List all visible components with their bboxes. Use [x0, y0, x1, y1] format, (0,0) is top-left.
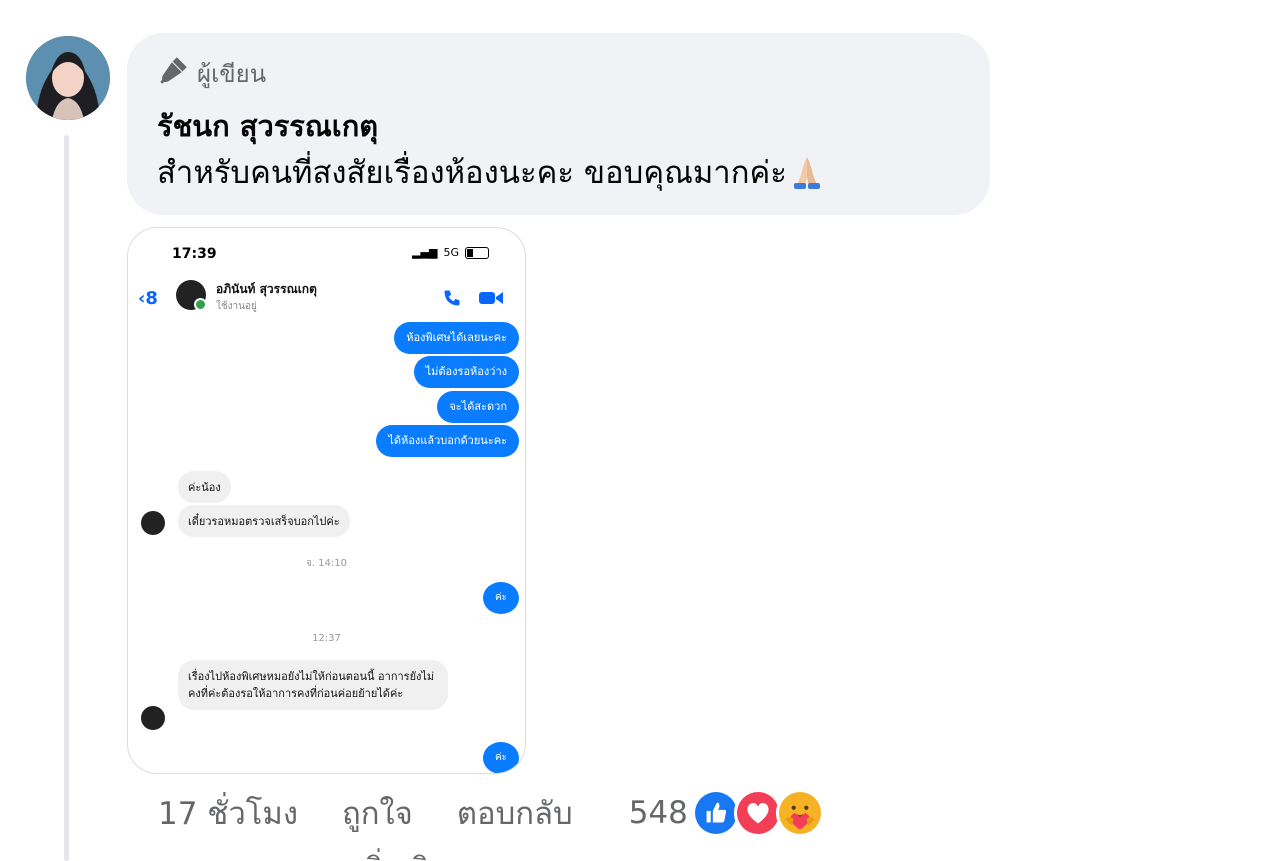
like-reaction-icon[interactable] [691, 789, 740, 837]
thread-line [64, 135, 69, 861]
time-divider: 12:37 [312, 633, 341, 644]
chat-avatar [176, 280, 207, 311]
author-badge: ผู้เขียน [157, 53, 266, 93]
comment-timestamp[interactable]: 17 ชั่วโมง [158, 788, 298, 838]
sender-avatar [141, 706, 165, 730]
folded-hands-icon [787, 151, 827, 191]
outgoing-message: ไม่ต้องรอห้องว่าง [413, 356, 519, 388]
reply-button[interactable]: ตอบกลับ [457, 788, 573, 838]
chat-contact-status: ใช้งานอยู่ [216, 301, 257, 312]
status-time: 17:39 [172, 246, 217, 262]
comment-actions: 17 ชั่วโมง ถูกใจ ตอบกลับ 548 [158, 788, 824, 838]
outgoing-message: ค่ะ [483, 742, 519, 773]
outgoing-message: ห้องพิเศษได้เลยนะคะ [394, 322, 519, 354]
time-divider: จ. 14:10 [305, 558, 348, 569]
microphone-icon [157, 53, 191, 93]
outgoing-message: จะได้สะดวก [437, 391, 519, 423]
back-icon: ‹8 [138, 288, 158, 309]
phone-icon [444, 290, 460, 306]
care-reaction-icon[interactable] [775, 789, 824, 837]
comment-body: สำหรับคนที่สงสัยเรื่องห้องนะคะ ขอบคุณมาก… [157, 155, 787, 191]
love-reaction-icon[interactable] [733, 789, 782, 837]
like-button[interactable]: ถูกใจ [342, 788, 413, 838]
sender-avatar [141, 511, 165, 535]
signal-icon: ▂▄▆ [412, 246, 438, 259]
avatar[interactable] [26, 36, 110, 120]
outgoing-message: ค่ะ [483, 582, 519, 614]
attached-screenshot[interactable]: 17:39 ▂▄▆ 5G ‹8 อภินันท์ สุวรรณเกตุ ใช้ง… [127, 227, 526, 774]
network-type: 5G [443, 246, 459, 259]
reaction-count[interactable]: 548 [629, 795, 688, 831]
chat-contact-name: อภินันท์ สุวรรณเกตุ [216, 282, 317, 296]
incoming-message: เรื่องไปห้องพิเศษหมอยังไม่ให้ก่อนตอนนี้ … [178, 660, 448, 710]
incoming-message: ค่ะน้อง [178, 471, 231, 503]
video-call-icon [479, 292, 503, 304]
see-more-link[interactable]: ดูเพิ่มเติม [336, 846, 447, 861]
incoming-message: เดี๋ยวรอหมอตรวจเสร็จบอกไปค่ะ [178, 505, 350, 537]
comment-text: สำหรับคนที่สงสัยเรื่องห้องนะคะ ขอบคุณมาก… [157, 147, 827, 197]
author-badge-label: ผู้เขียน [197, 59, 267, 88]
status-indicators: ▂▄▆ 5G [412, 246, 489, 259]
battery-icon [465, 246, 489, 259]
outgoing-message: ได้ห้องแล้วบอกด้วยนะคะ [376, 425, 519, 457]
comment-bubble: ผู้เขียน รัชนก สุวรรณเกตุ สำหรับคนที่สงส… [127, 33, 990, 215]
comment-author[interactable]: รัชนก สุวรรณเกตุ [157, 103, 378, 149]
